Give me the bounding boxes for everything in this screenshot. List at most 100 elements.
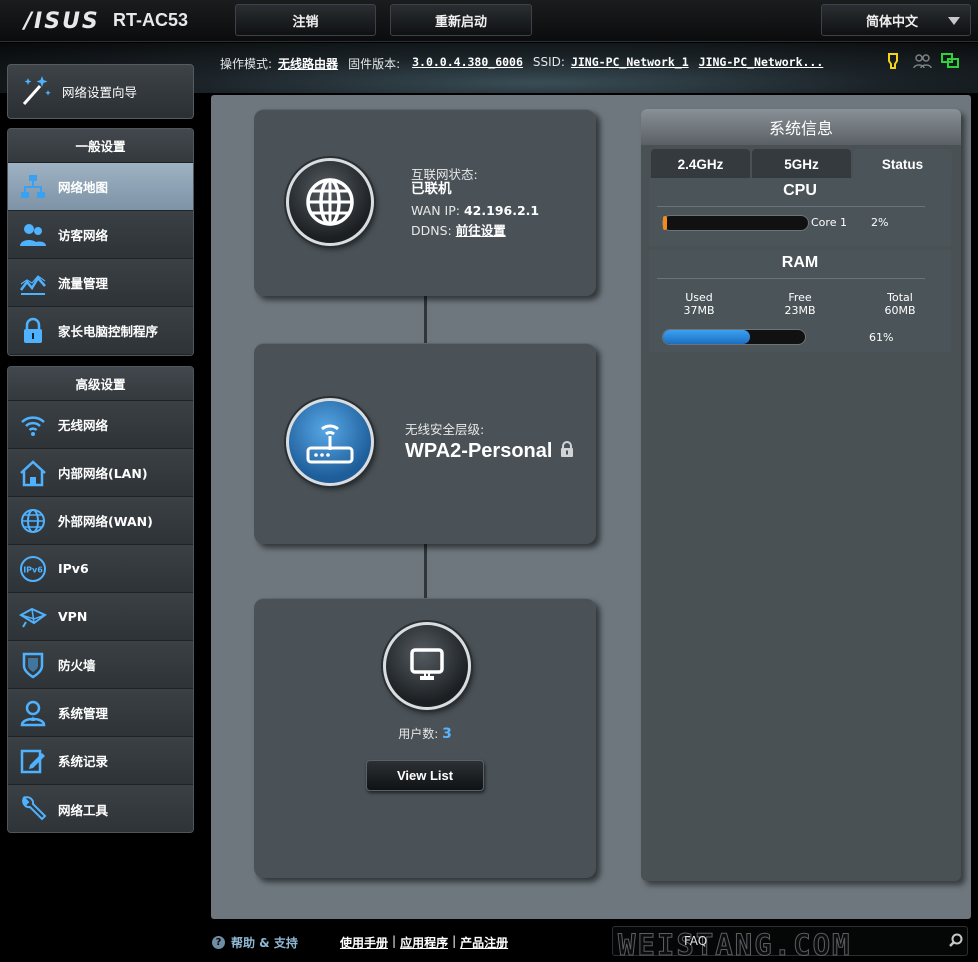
cpu-core-label: Core 1 (811, 216, 847, 229)
quick-setup-wizard[interactable]: 网络设置向导 (7, 64, 194, 119)
ram-usage-fill (663, 330, 750, 344)
advanced-settings-group: 高级设置 无线网络 内部网络(LAN) 外部网络(WAN) IPv6 IPv6 … (7, 366, 194, 833)
ddns-label: DDNS: (411, 223, 452, 238)
sidebar-item-network-map[interactable]: 网络地图 (8, 163, 193, 211)
sidebar-item-network-tools[interactable]: 网络工具 (8, 785, 193, 832)
sidebar-item-guest-network[interactable]: 访客网络 (8, 211, 193, 259)
magic-wand-icon (18, 72, 54, 112)
divider (657, 278, 925, 279)
manual-link[interactable]: 使用手册 (340, 934, 388, 951)
router-security-text: 无线安全层级: WPA2-Personal (405, 421, 574, 462)
help-support[interactable]: ? 帮助 & 支持 (212, 934, 298, 951)
sidebar-item-wireless[interactable]: 无线网络 (8, 401, 193, 449)
sidebar-item-ipv6[interactable]: IPv6 IPv6 (8, 545, 193, 593)
sidebar-item-label: 内部网络(LAN) (58, 466, 148, 481)
divider (657, 206, 925, 207)
sidebar-item-label: 外部网络(WAN) (58, 514, 153, 529)
ram-total-label: Total (887, 291, 913, 304)
computer-icon[interactable] (383, 622, 471, 710)
connector-line (424, 296, 427, 343)
clients-count-value: 3 (442, 726, 452, 742)
sidebar-item-label: 家长电脑控制程序 (58, 324, 159, 339)
logout-button[interactable]: 注销 (235, 4, 376, 36)
sidebar-item-system-log[interactable]: 系统记录 (8, 737, 193, 785)
firmware-link[interactable]: 3.0.0.4.380_6006 (412, 55, 523, 72)
ssid-link-1[interactable]: JING-PC_Network_1 (571, 55, 689, 72)
clients-status-icon[interactable] (912, 52, 932, 70)
sidebar-item-administration[interactable]: 系统管理 (8, 689, 193, 737)
sidebar-item-wan[interactable]: 外部网络(WAN) (8, 497, 193, 545)
ram-free: Free 23MB (760, 291, 840, 317)
sidebar-item-label: 流量管理 (58, 276, 109, 291)
usb-status-icon[interactable] (884, 52, 902, 70)
sidebar-item-traffic-manager[interactable]: 流量管理 (8, 259, 193, 307)
security-level-label: 无线安全层级: (405, 422, 485, 437)
wan-ip-value: 42.196.2.1 (463, 203, 540, 218)
tab-2-4ghz[interactable]: 2.4GHz (651, 149, 750, 179)
ram-percent: 61% (869, 331, 894, 344)
footer-separator: | (392, 934, 397, 948)
sidebar-item-label: 防火墙 (58, 658, 96, 673)
reboot-button[interactable]: 重新启动 (390, 4, 532, 36)
router-icon[interactable] (286, 398, 374, 486)
status-icons (884, 52, 959, 70)
system-info-panel: 系统信息 2.4GHz 5GHz Status CPU Core 1 2% RA… (641, 109, 961, 881)
tab-status[interactable]: Status (853, 149, 952, 179)
ram-usage-bar (662, 329, 806, 345)
watermark: WEISTANG.COM (618, 928, 852, 962)
footer: ? 帮助 & 支持 使用手册 | 应用程序 | 产品注册 WEISTANG.CO… (0, 924, 978, 962)
footer-links: 使用手册 | 应用程序 | 产品注册 (340, 934, 508, 951)
firmware-label: 固件版本: (348, 57, 401, 71)
globe-icon[interactable] (286, 158, 374, 246)
info-line: 操作模式: 无线路由器 固件版本: 3.0.0.4.380_6006 SSID:… (220, 55, 823, 72)
cpu-usage-bar (662, 215, 809, 231)
model-name: RT-AC53 (113, 10, 189, 30)
ssid-link-2[interactable]: JING-PC_Network... (699, 55, 824, 72)
language-select[interactable]: 简体中文 (821, 4, 971, 36)
help-support-label: 帮助 & 支持 (231, 936, 298, 950)
network-tools-icon (8, 794, 58, 824)
ram-free-label: Free (788, 291, 812, 304)
system-info-tabs: 2.4GHz 5GHz Status (651, 149, 952, 179)
system-log-icon (8, 746, 58, 776)
search-icon[interactable] (948, 932, 964, 952)
internet-status-text: 互联网状态: 已联机 WAN IP: 42.196.2.1 DDNS: 前往设置 (411, 166, 539, 240)
clients-count-label: 用户数: (398, 727, 439, 741)
tab-5ghz[interactable]: 5GHz (752, 149, 851, 179)
guest-network-icon (8, 220, 58, 250)
network-status-icon[interactable] (940, 52, 959, 70)
ram-section: RAM Used 37MB Free 23MB Total 60MB 61% (649, 250, 951, 352)
register-link[interactable]: 产品注册 (460, 934, 508, 951)
language-value: 简体中文 (866, 14, 919, 30)
ipv6-icon: IPv6 (8, 554, 58, 584)
traffic-manager-icon (8, 268, 58, 298)
globe-wan-icon (8, 506, 58, 536)
security-level-value: WPA2-Personal (405, 439, 553, 462)
admin-user-icon (8, 698, 58, 728)
ssid-label: SSID: (532, 55, 565, 69)
cpu-percent: 2% (871, 216, 889, 229)
sidebar-item-label: 系统记录 (58, 754, 109, 769)
sidebar-item-firewall[interactable]: 防火墙 (8, 641, 193, 689)
svg-text:IPv6: IPv6 (23, 565, 43, 574)
asus-logo[interactable]: /ISUS (24, 9, 100, 34)
sidebar-item-label: 网络地图 (58, 180, 109, 195)
cpu-section: CPU Core 1 2% (649, 178, 951, 246)
apps-link[interactable]: 应用程序 (400, 934, 448, 951)
sidebar-item-parental-control[interactable]: 家长电脑控制程序 (8, 307, 193, 355)
wan-ip-label: WAN IP: (411, 203, 460, 218)
home-lan-icon (8, 458, 58, 488)
mode-link[interactable]: 无线路由器 (278, 55, 338, 72)
cpu-title: CPU (783, 182, 817, 199)
sidebar-item-label: 网络工具 (58, 802, 109, 818)
sidebar-item-label: 无线网络 (58, 418, 109, 433)
ddns-setup-link[interactable]: 前往设置 (456, 223, 506, 238)
sidebar-item-label: IPv6 (58, 561, 89, 576)
general-settings-group: 一般设置 网络地图 访客网络 流量管理 家长电脑控制程序 (7, 128, 194, 356)
sidebar-item-lan[interactable]: 内部网络(LAN) (8, 449, 193, 497)
help-icon: ? (212, 936, 225, 949)
ram-total-value: 60MB (884, 304, 916, 317)
view-list-button[interactable]: View List (366, 760, 484, 791)
system-info-title: 系统信息 (641, 109, 961, 145)
sidebar-item-vpn[interactable]: VPN (8, 593, 193, 641)
